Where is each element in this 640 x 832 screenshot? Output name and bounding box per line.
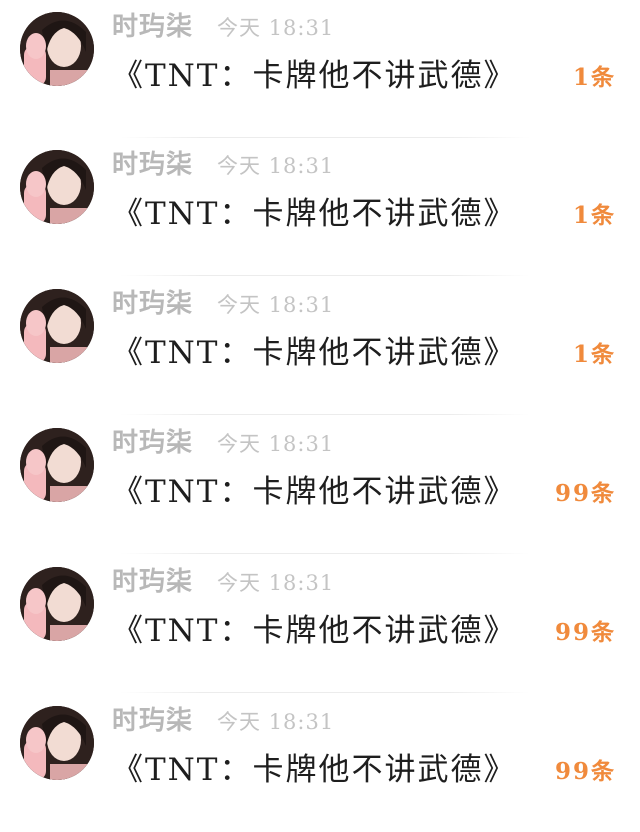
- avatar-photo-icon: [20, 150, 94, 224]
- timestamp: 今天 18:31: [217, 154, 335, 178]
- message-title[interactable]: 《TNT：卡牌他不讲武德》: [112, 605, 516, 650]
- comment-count: 1条: [572, 341, 616, 368]
- author-name[interactable]: 时玙柒: [112, 6, 193, 43]
- avatar-photo-icon: [20, 12, 94, 86]
- user-avatar[interactable]: [20, 12, 94, 86]
- message-meta: 时玙柒 今天 18:31: [112, 6, 335, 43]
- message-item[interactable]: 时玙柒 今天 18:31 《TNT：卡牌他不讲武德》 1条: [0, 277, 640, 415]
- message-title[interactable]: 《TNT：卡牌他不讲武德》: [112, 744, 516, 789]
- message-meta: 时玙柒 今天 18:31: [112, 700, 335, 737]
- avatar-photo-icon: [20, 706, 94, 780]
- message-meta: 时玙柒 今天 18:31: [112, 144, 335, 181]
- message-meta: 时玙柒 今天 18:31: [112, 422, 335, 459]
- timestamp: 今天 18:31: [217, 710, 335, 734]
- avatar-photo-icon: [20, 289, 94, 363]
- author-name[interactable]: 时玙柒: [112, 561, 193, 598]
- divider: [120, 275, 530, 276]
- avatar-photo-icon: [20, 428, 94, 502]
- message-meta: 时玙柒 今天 18:31: [112, 283, 335, 320]
- comment-count: 99条: [554, 758, 616, 785]
- message-item[interactable]: 时玙柒 今天 18:31 《TNT：卡牌他不讲武德》 1条: [0, 138, 640, 276]
- comment-count: 1条: [572, 64, 616, 91]
- divider: [120, 553, 530, 554]
- timestamp: 今天 18:31: [217, 16, 335, 40]
- user-avatar[interactable]: [20, 706, 94, 780]
- message-item[interactable]: 时玙柒 今天 18:31 《TNT：卡牌他不讲武德》 99条: [0, 694, 640, 832]
- divider: [120, 414, 530, 415]
- author-name[interactable]: 时玙柒: [112, 422, 193, 459]
- author-name[interactable]: 时玙柒: [112, 283, 193, 320]
- message-item[interactable]: 时玙柒 今天 18:31 《TNT：卡牌他不讲武德》 1条: [0, 0, 640, 138]
- comment-count: 99条: [554, 480, 616, 507]
- user-avatar[interactable]: [20, 150, 94, 224]
- user-avatar[interactable]: [20, 428, 94, 502]
- message-title[interactable]: 《TNT：卡牌他不讲武德》: [112, 327, 516, 372]
- comment-count: 99条: [554, 619, 616, 646]
- message-title[interactable]: 《TNT：卡牌他不讲武德》: [112, 188, 516, 233]
- message-title[interactable]: 《TNT：卡牌他不讲武德》: [112, 466, 516, 511]
- timestamp: 今天 18:31: [217, 432, 335, 456]
- avatar-photo-icon: [20, 567, 94, 641]
- timestamp: 今天 18:31: [217, 571, 335, 595]
- user-avatar[interactable]: [20, 567, 94, 641]
- author-name[interactable]: 时玙柒: [112, 700, 193, 737]
- message-meta: 时玙柒 今天 18:31: [112, 561, 335, 598]
- timestamp: 今天 18:31: [217, 293, 335, 317]
- message-list: 时玙柒 今天 18:31 《TNT：卡牌他不讲武德》 1条 时玙柒 今天 18:…: [0, 0, 640, 809]
- message-title[interactable]: 《TNT：卡牌他不讲武德》: [112, 50, 516, 95]
- user-avatar[interactable]: [20, 289, 94, 363]
- message-item[interactable]: 时玙柒 今天 18:31 《TNT：卡牌他不讲武德》 99条: [0, 555, 640, 693]
- divider: [120, 692, 530, 693]
- comment-count: 1条: [572, 202, 616, 229]
- author-name[interactable]: 时玙柒: [112, 144, 193, 181]
- message-item[interactable]: 时玙柒 今天 18:31 《TNT：卡牌他不讲武德》 99条: [0, 416, 640, 554]
